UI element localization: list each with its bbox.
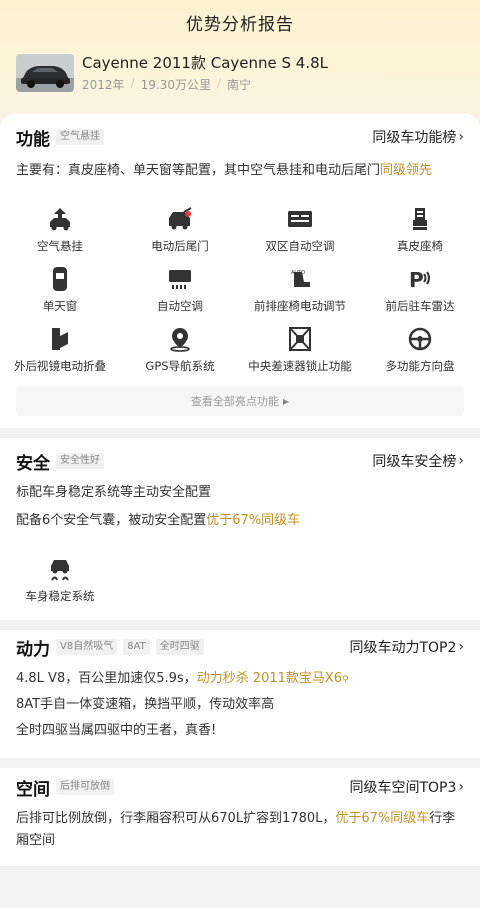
space-description: 后排可比例放倒，行李厢容积可从670L扩容到1780L，优于67%同级车行李厢空… (16, 808, 464, 852)
feature-item[interactable]: GPS导航系统 (120, 324, 240, 384)
feature-label: 双区自动空调 (265, 239, 335, 253)
feature-item[interactable]: 多功能方向盘 (360, 324, 480, 384)
power-rank-link[interactable]: 同级车动力TOP2 › (349, 637, 464, 657)
power-comparison-link[interactable]: 动力秒杀 2011款宝马X6 (197, 671, 342, 686)
page-header: 优势分析报告 (0, 0, 480, 44)
power-seat-icon: AUTO (291, 270, 310, 287)
space-rank-label: 同级车空间TOP3 (349, 780, 457, 796)
stability-control-icon (51, 560, 69, 581)
view-all-features-button[interactable]: 查看全部亮点功能 ▶ (16, 386, 464, 416)
space-rank-link[interactable]: 同级车空间TOP3 › (349, 777, 464, 797)
feature-label: 前后驻车雷达 (385, 299, 455, 313)
feature-item[interactable]: 真皮座椅 (360, 204, 480, 264)
power-tailgate-icon (169, 207, 192, 230)
car-name: Cayenne 2011款 Cayenne S 4.8L (82, 54, 329, 72)
feature-item[interactable]: 单天窗 (0, 264, 120, 324)
safety-line2-highlight: 优于67%同级车 (206, 513, 301, 528)
space-tag: 后排可放倒 (56, 779, 114, 795)
svg-text:AUTO: AUTO (291, 270, 305, 276)
car-city: 南宁 (227, 78, 252, 92)
car-year: 2012年 (82, 78, 125, 92)
view-all-label: 查看全部亮点功能 (190, 395, 279, 408)
feature-label: 多功能方向盘 (385, 359, 455, 373)
power-card: 动力 V8自然吸气 8AT 全时四驱 同级车动力TOP2 › 4.8L V8，百公… (0, 630, 480, 758)
safety-line2-text: 配备6个安全气囊，被动安全配置 (16, 513, 207, 528)
feature-label: 中央差速器锁止功能 (248, 359, 352, 373)
feature-label: 车身稳定系统 (25, 589, 95, 603)
car-mileage: 19.30万公里 (140, 78, 211, 92)
feature-item[interactable]: AUTO 前排座椅电动调节 (240, 264, 360, 324)
diff-lock-icon (289, 327, 311, 351)
features-grid: 空气悬挂 电动后尾门 双区自动空调 真皮座椅 单天窗 自动空调 AUTO 前排座… (0, 204, 480, 384)
power-tag: 8AT (123, 639, 150, 655)
safety-card: 安全 安全性好 同级车安全榜 › 标配车身稳定系统等主动安全配置 配备6个安全气囊… (0, 438, 480, 620)
features-summary-highlight: 同级领先 (380, 163, 433, 178)
power-line2: 8AT手自一体变速箱，换挡平顺，传动效率高 (16, 697, 275, 712)
feature-label: 真皮座椅 (397, 239, 443, 253)
feature-item[interactable]: 外后视镜电动折叠 (0, 324, 120, 384)
section-title-safety: 安全 (16, 453, 50, 474)
safety-line2: 配备6个安全气囊，被动安全配置优于67%同级车 (16, 510, 464, 532)
section-title-space: 空间 (16, 779, 50, 800)
meta-separator: / (130, 76, 135, 90)
power-line1-text: 4.8L V8，百公里加速仅5.9s， (16, 671, 197, 686)
power-line1: 4.8L V8，百公里加速仅5.9s，动力秒杀 2011款宝马X6⚲ (16, 668, 464, 691)
feature-item[interactable]: 空气悬挂 (0, 204, 120, 264)
feature-label: 外后视镜电动折叠 (14, 359, 106, 373)
search-icon: ⚲ (342, 675, 349, 685)
car-thumbnail (16, 54, 74, 92)
chevron-right-icon: › (458, 639, 464, 655)
power-line3: 全时四驱当属四驱中的王者，真香! (16, 723, 217, 738)
feature-label: 前排座椅电动调节 (254, 299, 346, 313)
leather-seat-icon (413, 208, 427, 230)
power-tag: 全时四驱 (155, 639, 204, 655)
feature-item[interactable]: 自动空调 (120, 264, 240, 324)
features-summary-text: 主要有：真皮座椅、单天窗等配置，其中空气悬挂和电动后尾门 (16, 163, 381, 178)
features-summary: 主要有：真皮座椅、单天窗等配置，其中空气悬挂和电动后尾门同级领先 (16, 160, 464, 182)
feature-item[interactable]: 电动后尾门 (120, 204, 240, 264)
feature-item[interactable]: P 前后驻车雷达 (360, 264, 480, 324)
auto-ac-icon (169, 270, 191, 289)
car-summary[interactable]: Cayenne 2011款 Cayenne S 4.8L 2012年 / 19.… (16, 54, 464, 94)
dual-zone-ac-icon (288, 211, 312, 227)
parking-radar-icon: P (409, 268, 430, 292)
space-description-text: 后排可比例放倒，行李厢容积可从670L扩容到1780L， (16, 811, 336, 826)
features-rank-label: 同级车功能榜 (372, 130, 457, 146)
safety-rank-link[interactable]: 同级车安全榜 › (372, 451, 464, 471)
section-title-features: 功能 (16, 129, 50, 150)
sunroof-icon (53, 267, 67, 291)
caret-right-icon: ▶ (282, 396, 290, 406)
chevron-right-icon: › (458, 129, 464, 145)
mirror-fold-icon (52, 328, 68, 350)
feature-item[interactable]: 双区自动空调 (240, 204, 360, 264)
feature-item[interactable]: 中央差速器锁止功能 (240, 324, 360, 384)
feature-item[interactable]: 车身稳定系统 (0, 554, 120, 614)
power-tag: V8自然吸气 (56, 639, 118, 655)
svg-text:P: P (409, 268, 424, 292)
section-title-power: 动力 (16, 639, 50, 660)
feature-label: 电动后尾门 (151, 239, 209, 253)
gps-icon (170, 328, 190, 352)
features-rank-link[interactable]: 同级车功能榜 › (372, 127, 464, 147)
safety-rank-label: 同级车安全榜 (372, 454, 457, 470)
space-description-highlight: 优于67%同级车 (335, 811, 430, 826)
features-tag: 空气悬挂 (56, 129, 104, 145)
feature-label: 单天窗 (42, 299, 78, 313)
feature-label: GPS导航系统 (145, 359, 215, 373)
chevron-right-icon: › (458, 453, 464, 469)
space-card: 空间 后排可放倒 同级车空间TOP3 › 后排可比例放倒，行李厢容积可从670L扩… (0, 768, 480, 866)
safety-line1: 标配车身稳定系统等主动安全配置 (16, 485, 212, 500)
feature-label: 自动空调 (157, 299, 203, 313)
meta-separator: / (216, 76, 221, 90)
chevron-right-icon: › (458, 779, 464, 795)
steering-wheel-icon (408, 327, 432, 351)
safety-tag: 安全性好 (56, 453, 104, 469)
air-suspension-icon (50, 208, 70, 231)
safety-grid: 车身稳定系统 (0, 554, 480, 614)
page-title: 优势分析报告 (186, 14, 294, 35)
feature-label: 空气悬挂 (37, 239, 83, 253)
power-rank-label: 同级车动力TOP2 (349, 640, 457, 656)
features-card: 功能 空气悬挂 同级车功能榜 › 主要有：真皮座椅、单天窗等配置，其中空气悬挂和电… (0, 114, 480, 428)
